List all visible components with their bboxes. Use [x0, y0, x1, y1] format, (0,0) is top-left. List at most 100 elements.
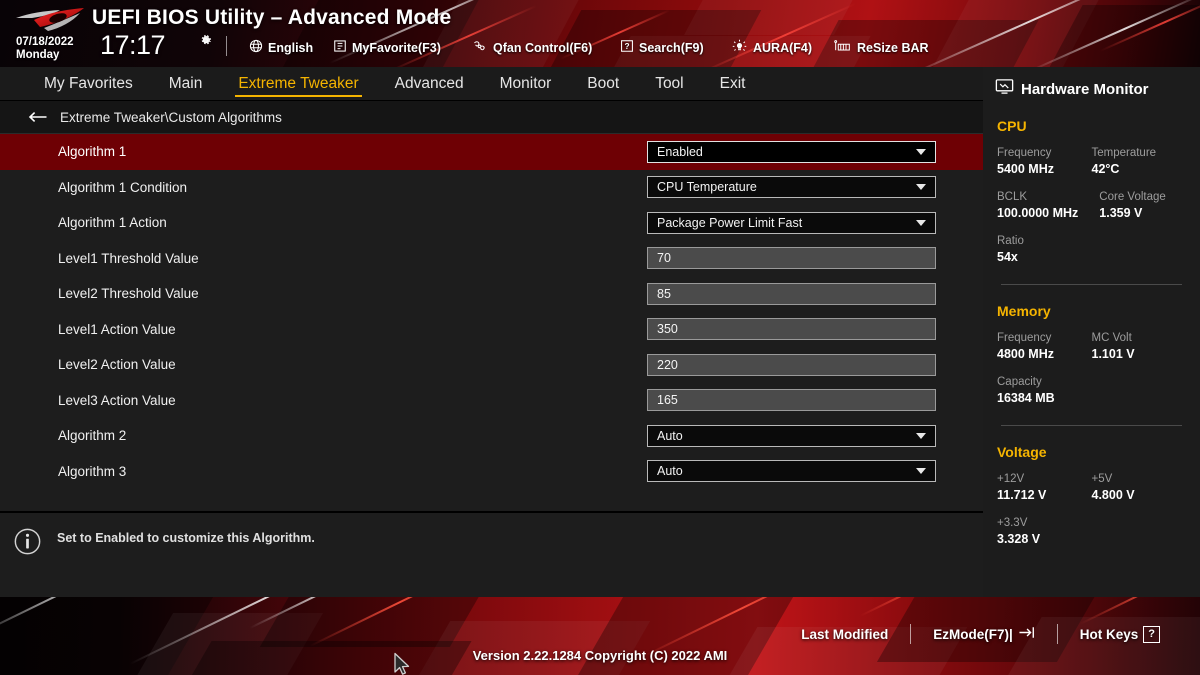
dropdown-algorithm-2[interactable]: Auto [647, 424, 936, 447]
settings-list: Algorithm 1 Enabled Algorithm 1 Conditio… [0, 134, 983, 511]
question-mark-icon: ? [1143, 625, 1160, 643]
question-box-icon: ? [620, 39, 634, 56]
hardware-monitor-panel: Hardware Monitor CPU Frequency 5400 MHz … [983, 67, 1200, 597]
tab-tool[interactable]: Tool [637, 69, 701, 99]
setting-label: Algorithm 1 Action [58, 215, 167, 231]
setting-label: Algorithm 1 Condition [58, 179, 188, 195]
hardware-monitor-title: Hardware Monitor [1021, 80, 1149, 98]
input-level2-action-value[interactable]: 220 [647, 353, 936, 376]
hwm-value: 5400 MHz [997, 162, 1054, 176]
resize-bar-icon [833, 39, 852, 56]
setting-label: Algorithm 2 [58, 428, 127, 444]
globe-icon [249, 39, 263, 56]
toolbar-item-search[interactable]: ? Search(F9) [620, 39, 704, 56]
dropdown-algorithm-1-condition[interactable]: CPU Temperature [647, 176, 936, 199]
dropdown-algorithm-1[interactable]: Enabled [647, 140, 936, 163]
dropdown-algorithm-3[interactable]: Auto [647, 460, 936, 483]
rog-logo [14, 7, 88, 33]
setting-row-algorithm-1-action[interactable]: Algorithm 1 Action Package Power Limit F… [0, 205, 983, 241]
tab-monitor[interactable]: Monitor [482, 69, 570, 99]
ezmode-label: EzMode(F7)| [933, 626, 1013, 642]
tab-main[interactable]: Main [151, 69, 221, 99]
hardware-monitor-header: Hardware Monitor [983, 67, 1200, 100]
hwm-metric-mc-volt: MC Volt 1.101 V [1092, 331, 1187, 363]
setting-control: Package Power Limit Fast [647, 211, 936, 234]
setting-row-algorithm-1-condition[interactable]: Algorithm 1 Condition CPU Temperature [0, 170, 983, 206]
dropdown-algorithm-1-action[interactable]: Package Power Limit Fast [647, 211, 936, 234]
input-value: 70 [657, 251, 671, 265]
setting-row-algorithm-3[interactable]: Algorithm 3 Auto [0, 454, 983, 490]
setting-control: 220 [647, 353, 936, 376]
input-level2-threshold-value[interactable]: 85 [647, 282, 936, 305]
hwm-row: BCLK 100.0000 MHz Core Voltage 1.359 V [997, 190, 1186, 222]
ezmode-button[interactable]: EzMode(F7)| [911, 626, 1057, 642]
main-nav-tabs: My Favorites Main Extreme Tweaker Advanc… [0, 67, 983, 101]
hotkeys-button[interactable]: Hot Keys ? [1058, 625, 1182, 643]
tab-advanced[interactable]: Advanced [377, 69, 482, 99]
page-title: UEFI BIOS Utility – Advanced Mode [92, 6, 452, 29]
chevron-down-icon [916, 184, 926, 191]
hwm-key: Frequency [997, 147, 1052, 159]
top-banner: UEFI BIOS Utility – Advanced Mode 07/18/… [0, 0, 1200, 67]
toolbar-item-myfavorite[interactable]: MyFavorite(F3) [333, 39, 441, 56]
hwm-value: 4.800 V [1091, 488, 1135, 502]
setting-control: CPU Temperature [647, 176, 936, 199]
tab-extreme-tweaker[interactable]: Extreme Tweaker [220, 69, 376, 99]
dropdown-value: CPU Temperature [657, 180, 757, 194]
setting-row-algorithm-1[interactable]: Algorithm 1 Enabled [0, 134, 983, 170]
dropdown-value: Auto [657, 428, 683, 443]
back-arrow-icon[interactable] [28, 110, 48, 124]
hwm-section-cpu: CPU [997, 118, 1027, 134]
dropdown-value: Enabled [657, 144, 703, 159]
hwm-key: MC Volt [1091, 332, 1132, 344]
last-modified-label: Last Modified [801, 626, 889, 642]
hwm-metric-core-voltage: Core Voltage 1.359 V [1099, 190, 1186, 222]
clock-display: 17:17 [100, 30, 166, 60]
last-modified-button[interactable]: Last Modified [779, 627, 910, 642]
tab-my-favorites[interactable]: My Favorites [26, 69, 151, 99]
hwm-value: 11.712 V [997, 488, 1047, 502]
hwm-key: Temperature [1091, 147, 1157, 159]
toolbar-item-aura[interactable]: AURA(F4) [731, 39, 812, 56]
hwm-metric-33v: +3.3V 3.328 V [997, 516, 1186, 548]
hwm-metric-capacity: Capacity 16384 MB [997, 375, 1186, 407]
hwm-key: +5V [1091, 473, 1113, 485]
input-level1-action-value[interactable]: 350 [647, 318, 936, 341]
footer-actions: Last Modified EzMode(F7)| Hot Keys ? [779, 624, 1182, 644]
toolbar-item-qfan[interactable]: Qfan Control(F6) [471, 39, 592, 56]
setting-row-level1-action-value[interactable]: Level1 Action Value 350 [0, 312, 983, 348]
hwm-value: 1.359 V [1099, 206, 1143, 220]
gear-icon[interactable] [198, 33, 213, 48]
input-level3-action-value[interactable]: 165 [647, 389, 936, 412]
weekday-text: Monday [16, 48, 60, 61]
hotkeys-label: Hot Keys [1079, 626, 1139, 642]
star-list-icon [333, 39, 347, 56]
setting-row-level1-threshold-value[interactable]: Level1 Threshold Value 70 [0, 241, 983, 277]
chevron-down-icon [916, 432, 926, 439]
date-text: 07/18/2022 [16, 36, 74, 48]
tab-boot[interactable]: Boot [569, 69, 637, 99]
hwm-row: Ratio 54x [997, 234, 1186, 266]
hwm-row: +12V 11.712 V +5V 4.800 V [997, 472, 1186, 504]
setting-control: Enabled [647, 140, 936, 163]
input-value: 165 [657, 393, 678, 407]
setting-control: 350 [647, 318, 936, 341]
help-text: Set to Enabled to customize this Algorit… [57, 531, 315, 545]
version-text: Version 2.22.1284 Copyright (C) 2022 AMI [472, 648, 728, 663]
setting-row-level2-threshold-value[interactable]: Level2 Threshold Value 85 [0, 276, 983, 312]
input-value: 85 [657, 286, 671, 301]
chevron-down-icon [916, 219, 926, 226]
tab-exit[interactable]: Exit [702, 69, 764, 99]
toolbar-item-language[interactable]: English [249, 39, 313, 56]
setting-row-level2-action-value[interactable]: Level2 Action Value 220 [0, 347, 983, 383]
help-bar: Set to Enabled to customize this Algorit… [0, 511, 983, 597]
hwm-row: Frequency 4800 MHz MC Volt 1.101 V [997, 331, 1186, 363]
setting-row-level3-action-value[interactable]: Level3 Action Value 165 [0, 383, 983, 419]
input-value: 220 [657, 357, 678, 372]
setting-row-algorithm-2[interactable]: Algorithm 2 Auto [0, 418, 983, 454]
input-value: 350 [657, 322, 678, 336]
hwm-metric-memory-frequency: Frequency 4800 MHz [997, 331, 1092, 363]
input-level1-threshold-value[interactable]: 70 [647, 247, 936, 270]
toolbar-item-resizebar[interactable]: ReSize BAR [833, 39, 929, 56]
hwm-key: +3.3V [997, 517, 1028, 529]
